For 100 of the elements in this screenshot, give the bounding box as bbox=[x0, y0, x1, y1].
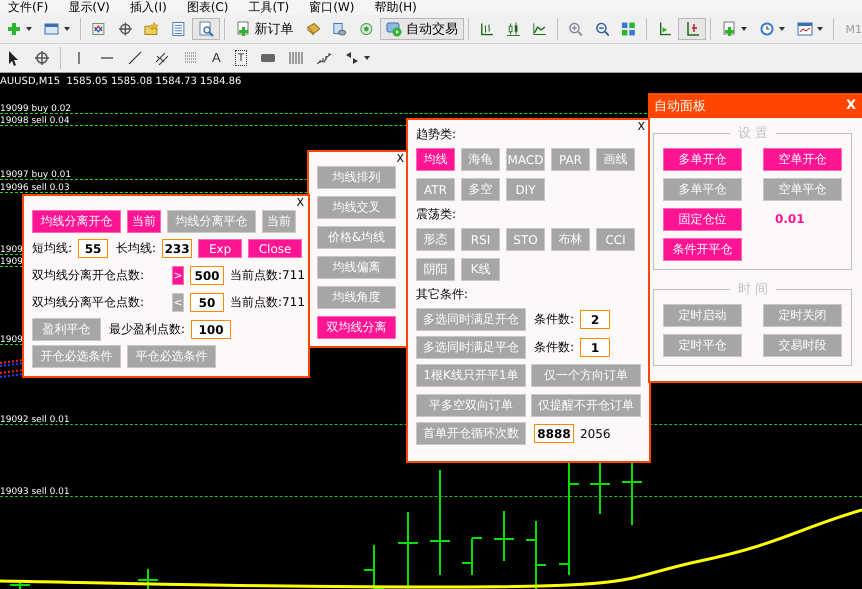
auto-setting-button[interactable]: 多单开仓 bbox=[663, 148, 742, 171]
trend-condition-button[interactable]: 多空 bbox=[461, 178, 500, 201]
trend-condition-button[interactable]: MACD bbox=[506, 148, 545, 171]
close-button[interactable]: X bbox=[637, 121, 645, 133]
required-condition-button[interactable]: 平仓必选条件 bbox=[127, 345, 216, 368]
autoscroll-button[interactable] bbox=[678, 18, 706, 40]
oscillator-condition-button[interactable]: 布林 bbox=[551, 228, 590, 251]
signal-icon[interactable] bbox=[359, 21, 374, 37]
candlestick-icon[interactable] bbox=[506, 21, 520, 37]
menu-item[interactable]: 文件(F) bbox=[8, 0, 48, 15]
menu-item[interactable]: 帮助(H) bbox=[374, 0, 417, 15]
required-condition-button[interactable]: 开仓必选条件 bbox=[32, 345, 121, 368]
short-ma-field[interactable]: 55 bbox=[78, 239, 108, 258]
oscillator-condition-button[interactable]: K线 bbox=[461, 258, 500, 281]
tile-windows-icon[interactable] bbox=[621, 21, 636, 37]
line-chart-icon[interactable] bbox=[532, 21, 547, 37]
time-setting-button[interactable]: 定时平仓 bbox=[663, 334, 742, 357]
time-setting-button[interactable]: 定时关闭 bbox=[763, 304, 842, 327]
close-button[interactable]: X bbox=[396, 153, 404, 165]
order-line-label: 1909 bbox=[0, 335, 23, 345]
option-button[interactable]: 1根K线只开平1单 bbox=[416, 364, 526, 387]
ma-type-button[interactable]: 均线角度 bbox=[317, 286, 396, 309]
toggle-button[interactable]: 均线分离开仓 bbox=[32, 210, 121, 233]
menu-item[interactable]: 工具(T) bbox=[248, 0, 290, 15]
points-label: 双均线分离开仓点数: bbox=[32, 267, 146, 284]
multi-condition-button[interactable]: 多选同时满足开仓 bbox=[416, 308, 526, 331]
condition-count-field[interactable]: 2 bbox=[580, 310, 610, 329]
auto-setting-button[interactable]: 固定仓位 bbox=[663, 208, 742, 231]
long-ma-field[interactable]: 233 bbox=[162, 239, 192, 258]
auto-trading-button[interactable]: 自动交易 bbox=[380, 18, 464, 40]
crosshair-icon[interactable] bbox=[34, 50, 50, 66]
long-ma-label: 长均线: bbox=[116, 240, 156, 257]
zigzag-icon[interactable] bbox=[316, 50, 332, 66]
oscillator-condition-button[interactable]: RSI bbox=[461, 228, 500, 251]
toggle-button[interactable]: 均线分离平仓 bbox=[167, 210, 256, 233]
operator-button[interactable]: < bbox=[172, 293, 184, 312]
condition-count-field[interactable]: 1 bbox=[580, 338, 610, 357]
channel-icon[interactable] bbox=[155, 50, 171, 66]
folder-star-icon[interactable] bbox=[144, 21, 160, 37]
panel-title: 自动面板 bbox=[654, 98, 706, 114]
close-button[interactable]: X bbox=[846, 98, 856, 113]
auto-setting-button[interactable]: 多单平仓 bbox=[663, 178, 742, 201]
menu-item[interactable]: 显示(V) bbox=[68, 0, 110, 15]
oscillator-condition-button[interactable]: 形态 bbox=[416, 228, 455, 251]
time-setting-button[interactable]: 定时启动 bbox=[663, 304, 742, 327]
profit-close-button[interactable]: 盈利平仓 bbox=[32, 318, 101, 341]
play-badge-icon bbox=[386, 21, 402, 37]
trend-condition-button[interactable]: 画线 bbox=[596, 148, 635, 171]
menu-item[interactable]: 窗口(W) bbox=[309, 0, 354, 15]
list-icon[interactable] bbox=[171, 21, 186, 37]
option-button[interactable]: 平多空双向订单 bbox=[416, 394, 526, 417]
trend-condition-button[interactable]: ATR bbox=[416, 178, 455, 201]
option-button[interactable]: 仅提醒不开仓订单 bbox=[531, 394, 641, 417]
auto-setting-button[interactable]: 条件开平仓 bbox=[663, 238, 742, 261]
exp-button[interactable]: Exp bbox=[198, 239, 242, 258]
order-line-label: 19096 sell 0.03 bbox=[0, 183, 70, 193]
trend-condition-button[interactable]: 海龟 bbox=[461, 148, 500, 171]
zoom-in-icon[interactable] bbox=[568, 21, 583, 37]
vertical-bars-icon[interactable] bbox=[288, 50, 304, 66]
trend-line-icon[interactable] bbox=[127, 50, 143, 66]
oscillator-condition-button[interactable]: CCI bbox=[596, 228, 635, 251]
zoom-out-icon[interactable] bbox=[594, 21, 610, 37]
menu-item[interactable]: 图表(C) bbox=[186, 0, 228, 15]
menu-item[interactable]: 插入(I) bbox=[130, 0, 167, 15]
toggle-button[interactable]: 当前 bbox=[262, 210, 296, 233]
loop-count-button[interactable]: 首单开仓循环次数 bbox=[416, 422, 526, 445]
ma-type-button[interactable]: 价格&均线 bbox=[317, 226, 396, 249]
option-button[interactable]: 仅一个方向订单 bbox=[531, 364, 641, 387]
ma-type-button[interactable]: 均线排列 bbox=[317, 166, 396, 189]
chart-symbol-info: AUUSD,M15 1585.05 1585.08 1584.73 1584.86 bbox=[0, 76, 242, 87]
toggle-button[interactable]: 当前 bbox=[127, 210, 161, 233]
ma-type-button[interactable]: 双均线分离 bbox=[317, 316, 396, 339]
magnifier-document-button[interactable] bbox=[192, 18, 220, 40]
book-icon[interactable] bbox=[306, 21, 320, 37]
time-setting-button[interactable]: 交易时段 bbox=[763, 334, 842, 357]
timeframe-button[interactable]: M1 bbox=[846, 22, 862, 36]
oscillator-condition-button[interactable]: 阴阳 bbox=[416, 258, 455, 281]
close-button[interactable]: X bbox=[296, 197, 304, 209]
loop-count-field[interactable]: 8888 bbox=[534, 424, 574, 443]
new-order-button[interactable]: 新订单 bbox=[228, 18, 300, 40]
crosshair-icon[interactable] bbox=[118, 21, 132, 37]
bar-chart-icon[interactable] bbox=[478, 21, 494, 37]
ma-type-button[interactable]: 均线交叉 bbox=[317, 196, 396, 219]
operator-button[interactable]: > bbox=[172, 266, 184, 285]
auto-setting-button[interactable]: 空单平仓 bbox=[763, 178, 842, 201]
points-field[interactable]: 50 bbox=[190, 293, 224, 312]
trend-condition-button[interactable]: 均线 bbox=[416, 148, 455, 171]
points-field[interactable]: 500 bbox=[190, 266, 224, 285]
multi-condition-button[interactable]: 多选同时满足平仓 bbox=[416, 336, 526, 359]
square-arrows-icon[interactable] bbox=[90, 21, 106, 37]
text-tool[interactable]: A bbox=[212, 50, 221, 66]
trend-condition-button[interactable]: DIY bbox=[506, 178, 545, 201]
ma-type-button[interactable]: 均线偏离 bbox=[317, 256, 396, 279]
oscillator-condition-button[interactable]: STO bbox=[506, 228, 545, 251]
order-line-label: 1909 bbox=[0, 257, 23, 267]
min-profit-field[interactable]: 100 bbox=[191, 320, 232, 339]
auto-setting-button[interactable]: 空单开仓 bbox=[763, 148, 842, 171]
trend-condition-button[interactable]: PAR bbox=[551, 148, 590, 171]
close-button[interactable]: Close bbox=[248, 239, 302, 258]
label-tool[interactable]: T bbox=[234, 50, 248, 66]
